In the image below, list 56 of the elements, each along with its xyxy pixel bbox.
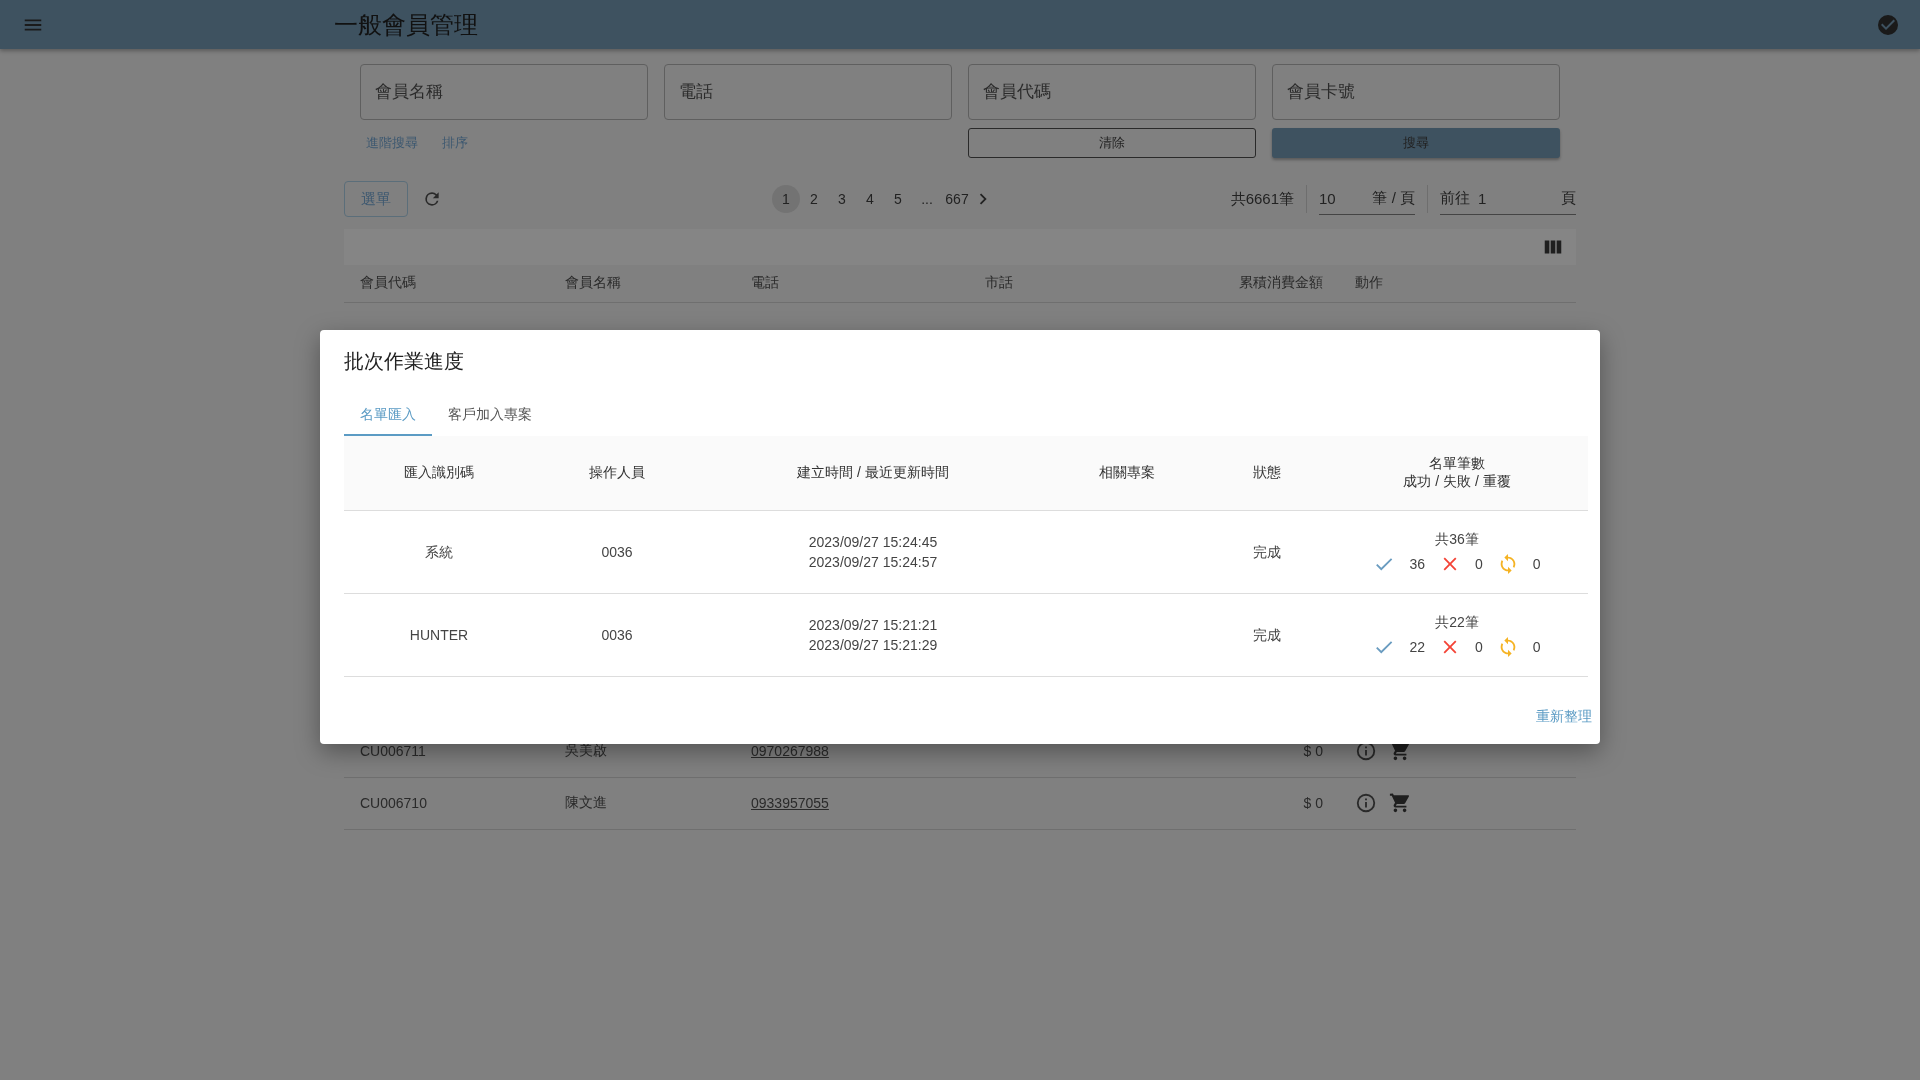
table-cell: HUNTER (409, 627, 469, 643)
input-field[interactable]: 會員代碼 (968, 64, 1256, 120)
refresh-link[interactable]: 重新整理 (1536, 708, 1592, 726)
column-header: 匯入識別碼 (404, 464, 474, 480)
column-header: 市話 (969, 265, 1200, 302)
column-header: 電話 (735, 265, 969, 302)
input-field[interactable]: 會員名稱 (360, 64, 648, 120)
column-header: 操作人員 (589, 464, 645, 480)
table-cell-text: 2023/09/27 15:21:29 (808, 636, 938, 655)
status-text: 完成 (1253, 627, 1281, 643)
page-number[interactable]: 2 (800, 185, 828, 213)
status-text: 完成 (1253, 544, 1281, 560)
table-cell-text: 2023/09/27 15:21:21 (808, 616, 938, 635)
page-title: 一般會員管理 (334, 9, 479, 40)
page-number[interactable]: 667 (942, 185, 972, 213)
refresh-icon[interactable] (422, 189, 442, 209)
phone-link[interactable]: 0970267988 (751, 742, 829, 759)
table-cell: 陳文進 (549, 777, 735, 829)
page-number[interactable]: 4 (856, 185, 884, 213)
table-cell-text: 2023/09/27 15:24:57 (808, 553, 938, 572)
total-count: 共36筆 (1435, 530, 1479, 549)
page-size-field[interactable]: 10 筆 / 頁 (1319, 183, 1415, 215)
column-header: 累積消費金額 (1200, 265, 1339, 302)
goto-page-field[interactable]: 前往 1 頁 (1440, 183, 1576, 215)
page-number[interactable]: ... (912, 185, 942, 213)
page-number[interactable]: 3 (828, 185, 856, 213)
clear-button[interactable]: 清除 (968, 128, 1256, 158)
page-number[interactable]: 5 (884, 185, 912, 213)
column-header: 名單筆數 (1428, 455, 1486, 473)
phone-link[interactable]: 0933957055 (751, 795, 829, 811)
column-subheader: 成功 / 失敗 / 重覆 (1403, 473, 1511, 491)
table-cell: 系統 (425, 544, 453, 560)
duplicate-count: 0 (1532, 555, 1541, 574)
dialog-title: 批次作業進度 (344, 349, 464, 374)
table-cell-text: 2023/09/27 15:24:45 (808, 533, 938, 552)
column-header: 建立時間 / 最近更新時間 (797, 464, 949, 480)
column-header: 相關專案 (1099, 464, 1155, 480)
total-count: 共6661筆 (1230, 189, 1294, 209)
duplicate-count: 0 (1532, 638, 1541, 657)
table-cell: 0036 (601, 544, 633, 560)
table-cell: 0036 (601, 627, 633, 643)
failed-count: 0 (1475, 638, 1483, 657)
column-header: 狀態 (1253, 464, 1281, 480)
total-count: 共22筆 (1435, 613, 1479, 632)
column-header: 動作 (1339, 265, 1576, 302)
success-count: 36 (1409, 555, 1425, 574)
input-field[interactable]: 會員卡號 (1272, 64, 1560, 120)
success-count: 22 (1409, 638, 1425, 657)
failed-count: 0 (1475, 555, 1483, 574)
table-cell: CU006710 (344, 777, 549, 829)
table-cell: $ 0 (1200, 777, 1339, 829)
page-number[interactable]: 1 (772, 185, 800, 213)
column-header: 會員代碼 (344, 265, 549, 302)
column-header: 會員名稱 (549, 265, 735, 302)
input-field[interactable]: 電話 (664, 64, 952, 120)
tab[interactable]: 客戶加入專案 (432, 395, 548, 436)
